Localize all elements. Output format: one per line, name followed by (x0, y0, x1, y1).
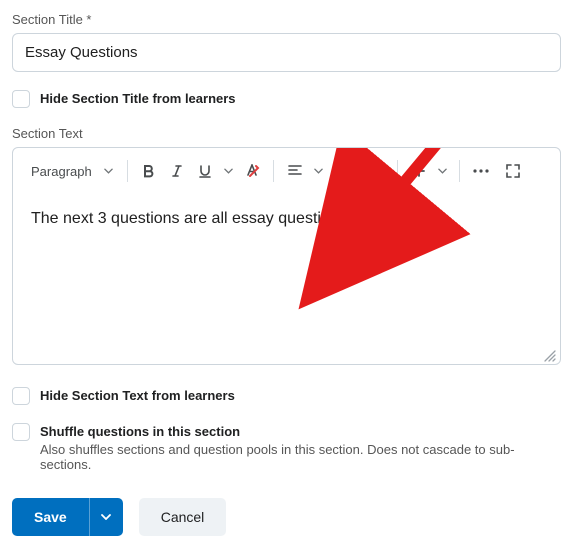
shuffle-questions-checkbox[interactable] (12, 423, 30, 441)
list-button[interactable] (344, 158, 370, 184)
list-more-dropdown[interactable] (372, 158, 389, 184)
paragraph-style-dropdown[interactable]: Paragraph (21, 164, 119, 179)
save-button[interactable]: Save (12, 498, 89, 536)
chevron-down-icon (101, 514, 111, 520)
resize-handle-icon[interactable] (542, 348, 556, 362)
editor-content-area[interactable]: The next 3 questions are all essay quest… (13, 194, 560, 364)
italic-button[interactable] (164, 158, 190, 184)
rich-text-editor: Paragraph (12, 147, 561, 365)
cancel-button[interactable]: Cancel (139, 498, 227, 536)
section-title-label: Section Title * (12, 12, 561, 27)
editor-toolbar: Paragraph (13, 148, 560, 194)
save-dropdown-button[interactable] (89, 498, 123, 536)
text-cursor-icon (353, 208, 354, 226)
underline-more-dropdown[interactable] (220, 158, 237, 184)
hide-section-title-label[interactable]: Hide Section Title from learners (40, 90, 236, 106)
fullscreen-button[interactable] (500, 158, 526, 184)
chevron-down-icon (104, 168, 113, 174)
hide-section-title-checkbox[interactable] (12, 90, 30, 108)
shuffle-questions-helper: Also shuffles sections and question pool… (40, 442, 561, 472)
underline-button[interactable] (192, 158, 218, 184)
editor-text: The next 3 questions are all essay quest… (31, 210, 351, 227)
hide-section-text-label[interactable]: Hide Section Text from learners (40, 387, 235, 403)
insert-more-dropdown[interactable] (434, 158, 451, 184)
toolbar-separator (127, 160, 128, 182)
section-title-input[interactable] (12, 33, 561, 72)
section-text-label: Section Text (12, 126, 561, 141)
toolbar-separator (273, 160, 274, 182)
paragraph-style-label: Paragraph (31, 164, 92, 179)
align-more-dropdown[interactable] (310, 158, 327, 184)
shuffle-questions-label[interactable]: Shuffle questions in this section (40, 423, 561, 439)
align-button[interactable] (282, 158, 308, 184)
toolbar-separator (335, 160, 336, 182)
text-color-button[interactable] (239, 158, 265, 184)
bold-button[interactable] (136, 158, 162, 184)
toolbar-separator (459, 160, 460, 182)
save-button-group: Save (12, 498, 123, 536)
more-actions-button[interactable] (468, 158, 494, 184)
toolbar-separator (397, 160, 398, 182)
hide-section-text-checkbox[interactable] (12, 387, 30, 405)
insert-button[interactable] (406, 158, 432, 184)
